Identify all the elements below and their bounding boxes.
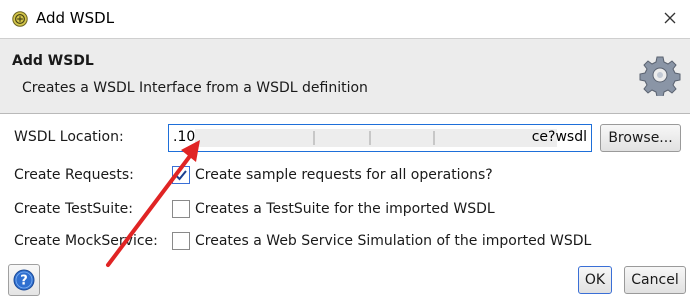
close-icon xyxy=(664,12,676,24)
gear-icon xyxy=(639,56,681,96)
window-title: Add WSDL xyxy=(36,9,115,27)
dialog-body: WSDL Location: .10 ce?wsdl Browse... Cre… xyxy=(0,114,690,302)
wsdl-location-value-suffix: ce?wsdl xyxy=(531,129,587,145)
create-testsuite-option-label: Creates a TestSuite for the imported WSD… xyxy=(195,201,495,217)
title-bar: Add WSDL xyxy=(0,0,690,38)
cancel-button[interactable]: Cancel xyxy=(624,266,686,294)
create-requests-label: Create Requests: xyxy=(14,167,134,183)
header-description: Creates a WSDL Interface from a WSDL def… xyxy=(22,80,368,96)
soapui-app-icon xyxy=(12,11,28,27)
create-mockservice-option-label: Creates a Web Service Simulation of the … xyxy=(195,233,592,249)
checkmark-icon xyxy=(175,170,187,181)
create-requests-option-label: Create sample requests for all operation… xyxy=(195,167,493,183)
create-testsuite-label: Create TestSuite: xyxy=(14,201,134,217)
create-requests-checkbox[interactable] xyxy=(172,166,190,184)
svg-text:?: ? xyxy=(20,274,28,289)
help-icon: ? xyxy=(13,269,35,291)
wsdl-location-label: WSDL Location: xyxy=(14,129,124,145)
wsdl-location-input[interactable]: .10 ce?wsdl xyxy=(168,124,592,152)
header-title: Add WSDL xyxy=(12,53,94,69)
create-mockservice-label: Create MockService: xyxy=(14,233,158,249)
close-button[interactable] xyxy=(656,4,684,32)
redacted-url-region xyxy=(195,129,557,147)
create-testsuite-checkbox[interactable] xyxy=(172,200,190,218)
help-button[interactable]: ? xyxy=(8,264,40,296)
browse-button[interactable]: Browse... xyxy=(600,124,681,152)
dialog-header: Add WSDL Creates a WSDL Interface from a… xyxy=(0,38,690,114)
create-mockservice-checkbox[interactable] xyxy=(172,232,190,250)
ok-button[interactable]: OK xyxy=(578,266,612,294)
wsdl-location-value-prefix: .10 xyxy=(173,129,196,145)
